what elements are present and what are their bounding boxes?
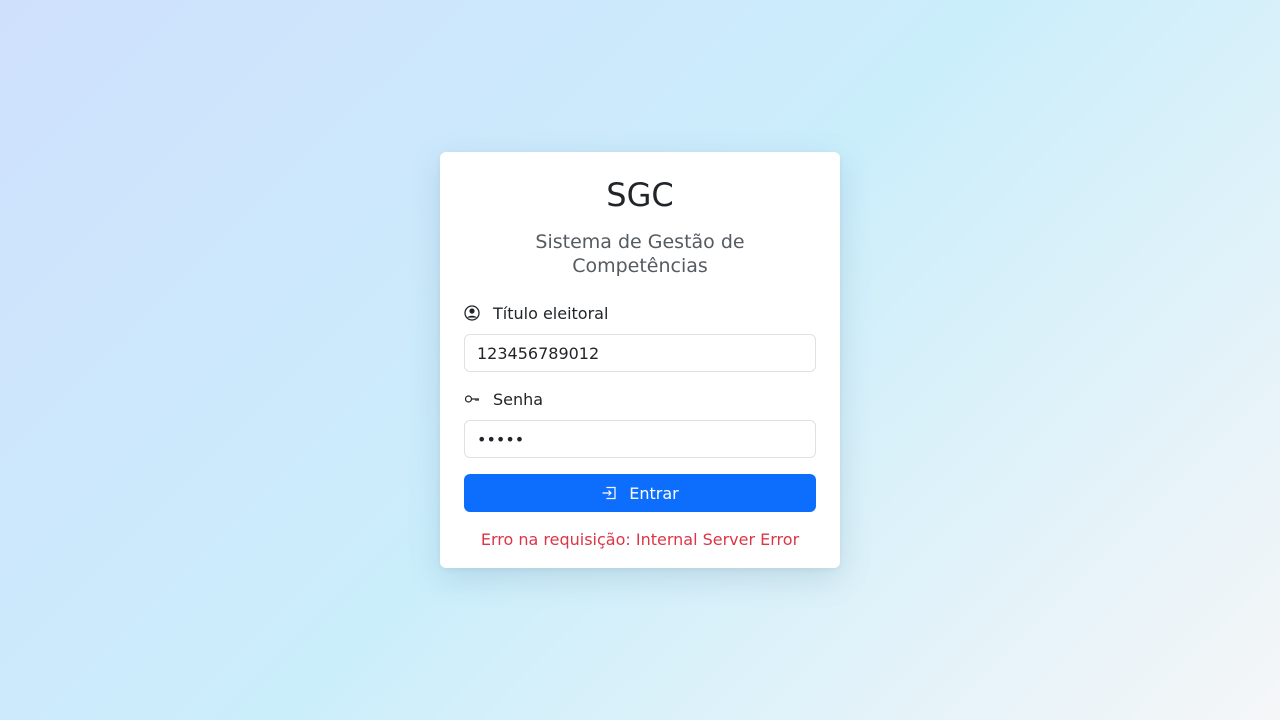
box-arrow-in-right-icon xyxy=(601,485,617,501)
password-input[interactable] xyxy=(464,420,816,458)
login-card: SGC Sistema de Gestão de Competências Tí… xyxy=(440,152,840,568)
person-circle-icon xyxy=(464,305,480,321)
password-label-text: Senha xyxy=(493,389,544,409)
app-subtitle: Sistema de Gestão de Competências xyxy=(535,231,745,277)
username-label-text: Título eleitoral xyxy=(493,303,609,323)
password-label: Senha xyxy=(464,388,816,410)
app-title: SGC xyxy=(606,176,674,214)
login-form: Título eleitoral Senha Entrar xyxy=(464,302,816,512)
key-icon xyxy=(464,391,480,407)
error-message: Erro na requisição: Internal Server Erro… xyxy=(480,530,800,549)
login-button[interactable]: Entrar xyxy=(464,474,816,512)
login-button-label: Entrar xyxy=(629,483,679,503)
username-label: Título eleitoral xyxy=(464,302,816,324)
username-input[interactable] xyxy=(464,334,816,372)
